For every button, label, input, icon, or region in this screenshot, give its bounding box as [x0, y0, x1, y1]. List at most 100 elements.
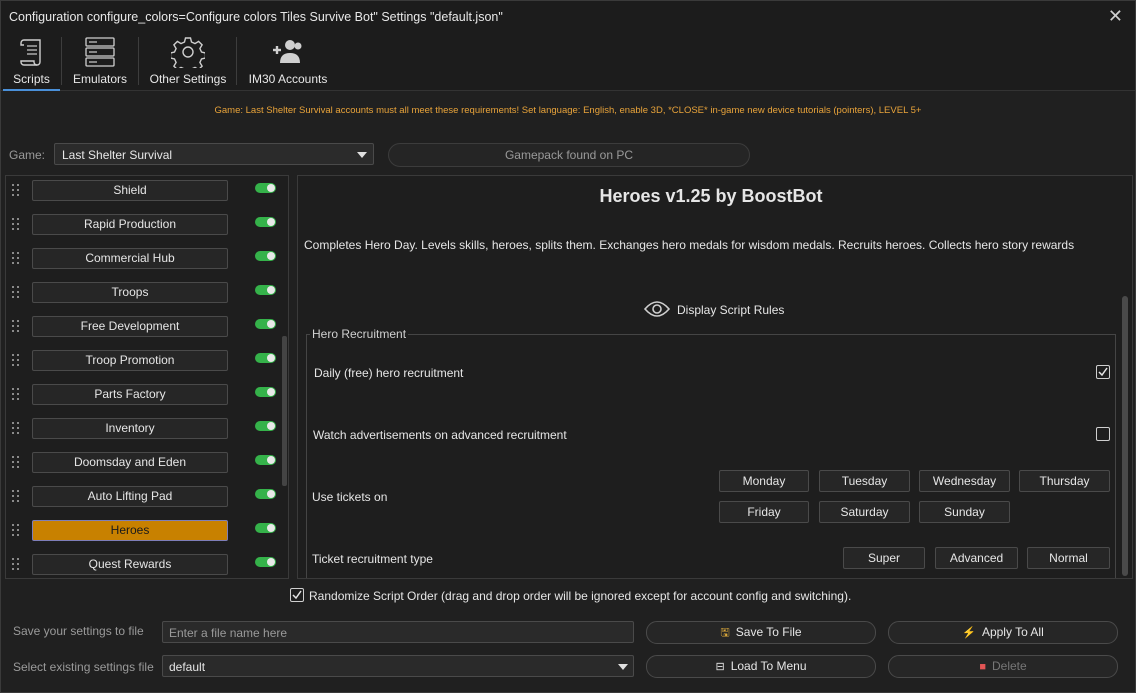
script-row[interactable]: Heroes	[6, 517, 276, 551]
script-row[interactable]: Parts Factory	[6, 381, 276, 415]
tab-im30-accounts[interactable]: IM30 Accounts	[243, 33, 333, 91]
drag-handle-icon[interactable]	[12, 252, 22, 268]
script-button[interactable]: Doomsday and Eden	[32, 452, 228, 473]
settings-file-select[interactable]: default	[162, 655, 634, 677]
daily-free-checkbox[interactable]	[1096, 365, 1110, 379]
drag-handle-icon[interactable]	[12, 320, 22, 336]
drag-handle-icon[interactable]	[12, 354, 22, 370]
script-enabled-toggle[interactable]	[255, 455, 276, 465]
drag-handle-icon[interactable]	[12, 218, 22, 234]
close-icon[interactable]: ✕	[1108, 6, 1123, 26]
script-row[interactable]: Quest Rewards	[6, 551, 276, 578]
script-row[interactable]: Auto Lifting Pad	[6, 483, 276, 517]
day-button-thursday[interactable]: Thursday	[1019, 470, 1110, 492]
script-button[interactable]: Rapid Production	[32, 214, 228, 235]
tab-label: Scripts	[13, 72, 50, 86]
day-button-monday[interactable]: Monday	[719, 470, 809, 492]
script-button[interactable]: Troop Promotion	[32, 350, 228, 371]
ticket-type-advanced[interactable]: Advanced	[935, 547, 1018, 569]
drag-handle-icon[interactable]	[12, 286, 22, 302]
script-list: Shield Rapid Production Commercial Hub Troo…	[5, 175, 289, 579]
save-to-file-button[interactable]: 🖫 Save To File	[646, 621, 876, 644]
chevron-down-icon	[618, 664, 628, 670]
scroll-icon	[19, 39, 41, 66]
script-enabled-toggle[interactable]	[255, 523, 276, 533]
floppy-disk-icon: 🖫	[720, 627, 730, 639]
game-select-value: Last Shelter Survival	[62, 148, 173, 162]
drag-handle-icon[interactable]	[12, 558, 22, 574]
script-button[interactable]: Parts Factory	[32, 384, 228, 405]
day-button-friday[interactable]: Friday	[719, 501, 809, 523]
script-button[interactable]: Quest Rewards	[32, 554, 228, 575]
apply-to-all-label: Apply To All	[981, 625, 1044, 639]
gamepack-status: Gamepack found on PC	[388, 143, 750, 167]
tab-label: Other Settings	[149, 72, 227, 86]
script-row[interactable]: Rapid Production	[6, 211, 276, 245]
script-enabled-toggle[interactable]	[255, 183, 276, 193]
tab-scripts[interactable]: Scripts	[3, 33, 60, 91]
drag-handle-icon[interactable]	[12, 184, 22, 200]
requirements-notice: Game: Last Shelter Survival accounts mus…	[214, 105, 922, 116]
drag-handle-icon[interactable]	[12, 524, 22, 540]
script-list-scrollbar[interactable]	[282, 336, 287, 486]
script-enabled-toggle[interactable]	[255, 387, 276, 397]
script-button[interactable]: Free Development	[32, 316, 228, 337]
eye-icon	[644, 301, 670, 317]
server-stack-icon	[85, 37, 115, 67]
script-enabled-toggle[interactable]	[255, 251, 276, 261]
lightning-icon: ⚡	[962, 627, 976, 639]
day-button-wednesday[interactable]: Wednesday	[919, 470, 1010, 492]
script-row[interactable]: Doomsday and Eden	[6, 449, 276, 483]
watch-ads-checkbox[interactable]	[1096, 427, 1110, 441]
randomize-order-label: Randomize Script Order (drag and drop or…	[309, 589, 852, 603]
tab-divider	[138, 37, 139, 85]
script-enabled-toggle[interactable]	[255, 421, 276, 431]
apply-to-all-button[interactable]: ⚡ Apply To All	[888, 621, 1118, 644]
script-button[interactable]: Shield	[32, 180, 228, 201]
script-button[interactable]: Commercial Hub	[32, 248, 228, 269]
script-row[interactable]: Troops	[6, 279, 276, 313]
script-row[interactable]: Troop Promotion	[6, 347, 276, 381]
game-select[interactable]: Last Shelter Survival	[54, 143, 374, 165]
script-title: Heroes v1.25 by BoostBot	[599, 186, 823, 206]
script-enabled-toggle[interactable]	[255, 319, 276, 329]
script-row[interactable]: Free Development	[6, 313, 276, 347]
day-button-sunday[interactable]: Sunday	[919, 501, 1010, 523]
script-enabled-toggle[interactable]	[255, 285, 276, 295]
daily-free-label: Daily (free) hero recruitment	[314, 366, 464, 380]
script-row[interactable]: Commercial Hub	[6, 245, 276, 279]
script-row[interactable]: Shield	[6, 177, 276, 211]
script-enabled-toggle[interactable]	[255, 489, 276, 499]
script-button[interactable]: Inventory	[32, 418, 228, 439]
chevron-down-icon	[357, 152, 367, 158]
delete-button[interactable]: ■ Delete	[888, 655, 1118, 678]
load-to-menu-label: Load To Menu	[730, 659, 807, 673]
script-button[interactable]: Heroes	[32, 520, 228, 541]
drag-handle-icon[interactable]	[12, 422, 22, 438]
tab-emulators[interactable]: Emulators	[67, 33, 133, 91]
day-button-saturday[interactable]: Saturday	[819, 501, 910, 523]
drag-handle-icon[interactable]	[12, 490, 22, 506]
tab-other-settings[interactable]: Other Settings	[144, 33, 232, 91]
script-button[interactable]: Troops	[32, 282, 228, 303]
tab-bar: Scripts Emulators Other Settings IM30 Ac…	[1, 33, 1135, 91]
script-button[interactable]: Auto Lifting Pad	[32, 486, 228, 507]
script-enabled-toggle[interactable]	[255, 557, 276, 567]
ticket-type-normal[interactable]: Normal	[1027, 547, 1110, 569]
detail-scrollbar[interactable]	[1122, 296, 1128, 576]
ticket-type-super[interactable]: Super	[843, 547, 925, 569]
save-to-file-label: Save To File	[735, 625, 802, 639]
script-row[interactable]: Inventory	[6, 415, 276, 449]
drag-handle-icon[interactable]	[12, 456, 22, 472]
hero-recruitment-title: Hero Recruitment	[310, 327, 409, 341]
script-enabled-toggle[interactable]	[255, 353, 276, 363]
script-enabled-toggle[interactable]	[255, 217, 276, 227]
drag-handle-icon[interactable]	[12, 388, 22, 404]
day-button-tuesday[interactable]: Tuesday	[819, 470, 910, 492]
randomize-order-checkbox[interactable]	[290, 588, 304, 602]
load-to-menu-button[interactable]: ⊟ Load To Menu	[646, 655, 876, 678]
checkmark-icon	[292, 590, 302, 600]
gear-icon	[171, 37, 205, 68]
tab-divider	[236, 37, 237, 85]
filename-input[interactable]: Enter a file name here	[162, 621, 634, 643]
